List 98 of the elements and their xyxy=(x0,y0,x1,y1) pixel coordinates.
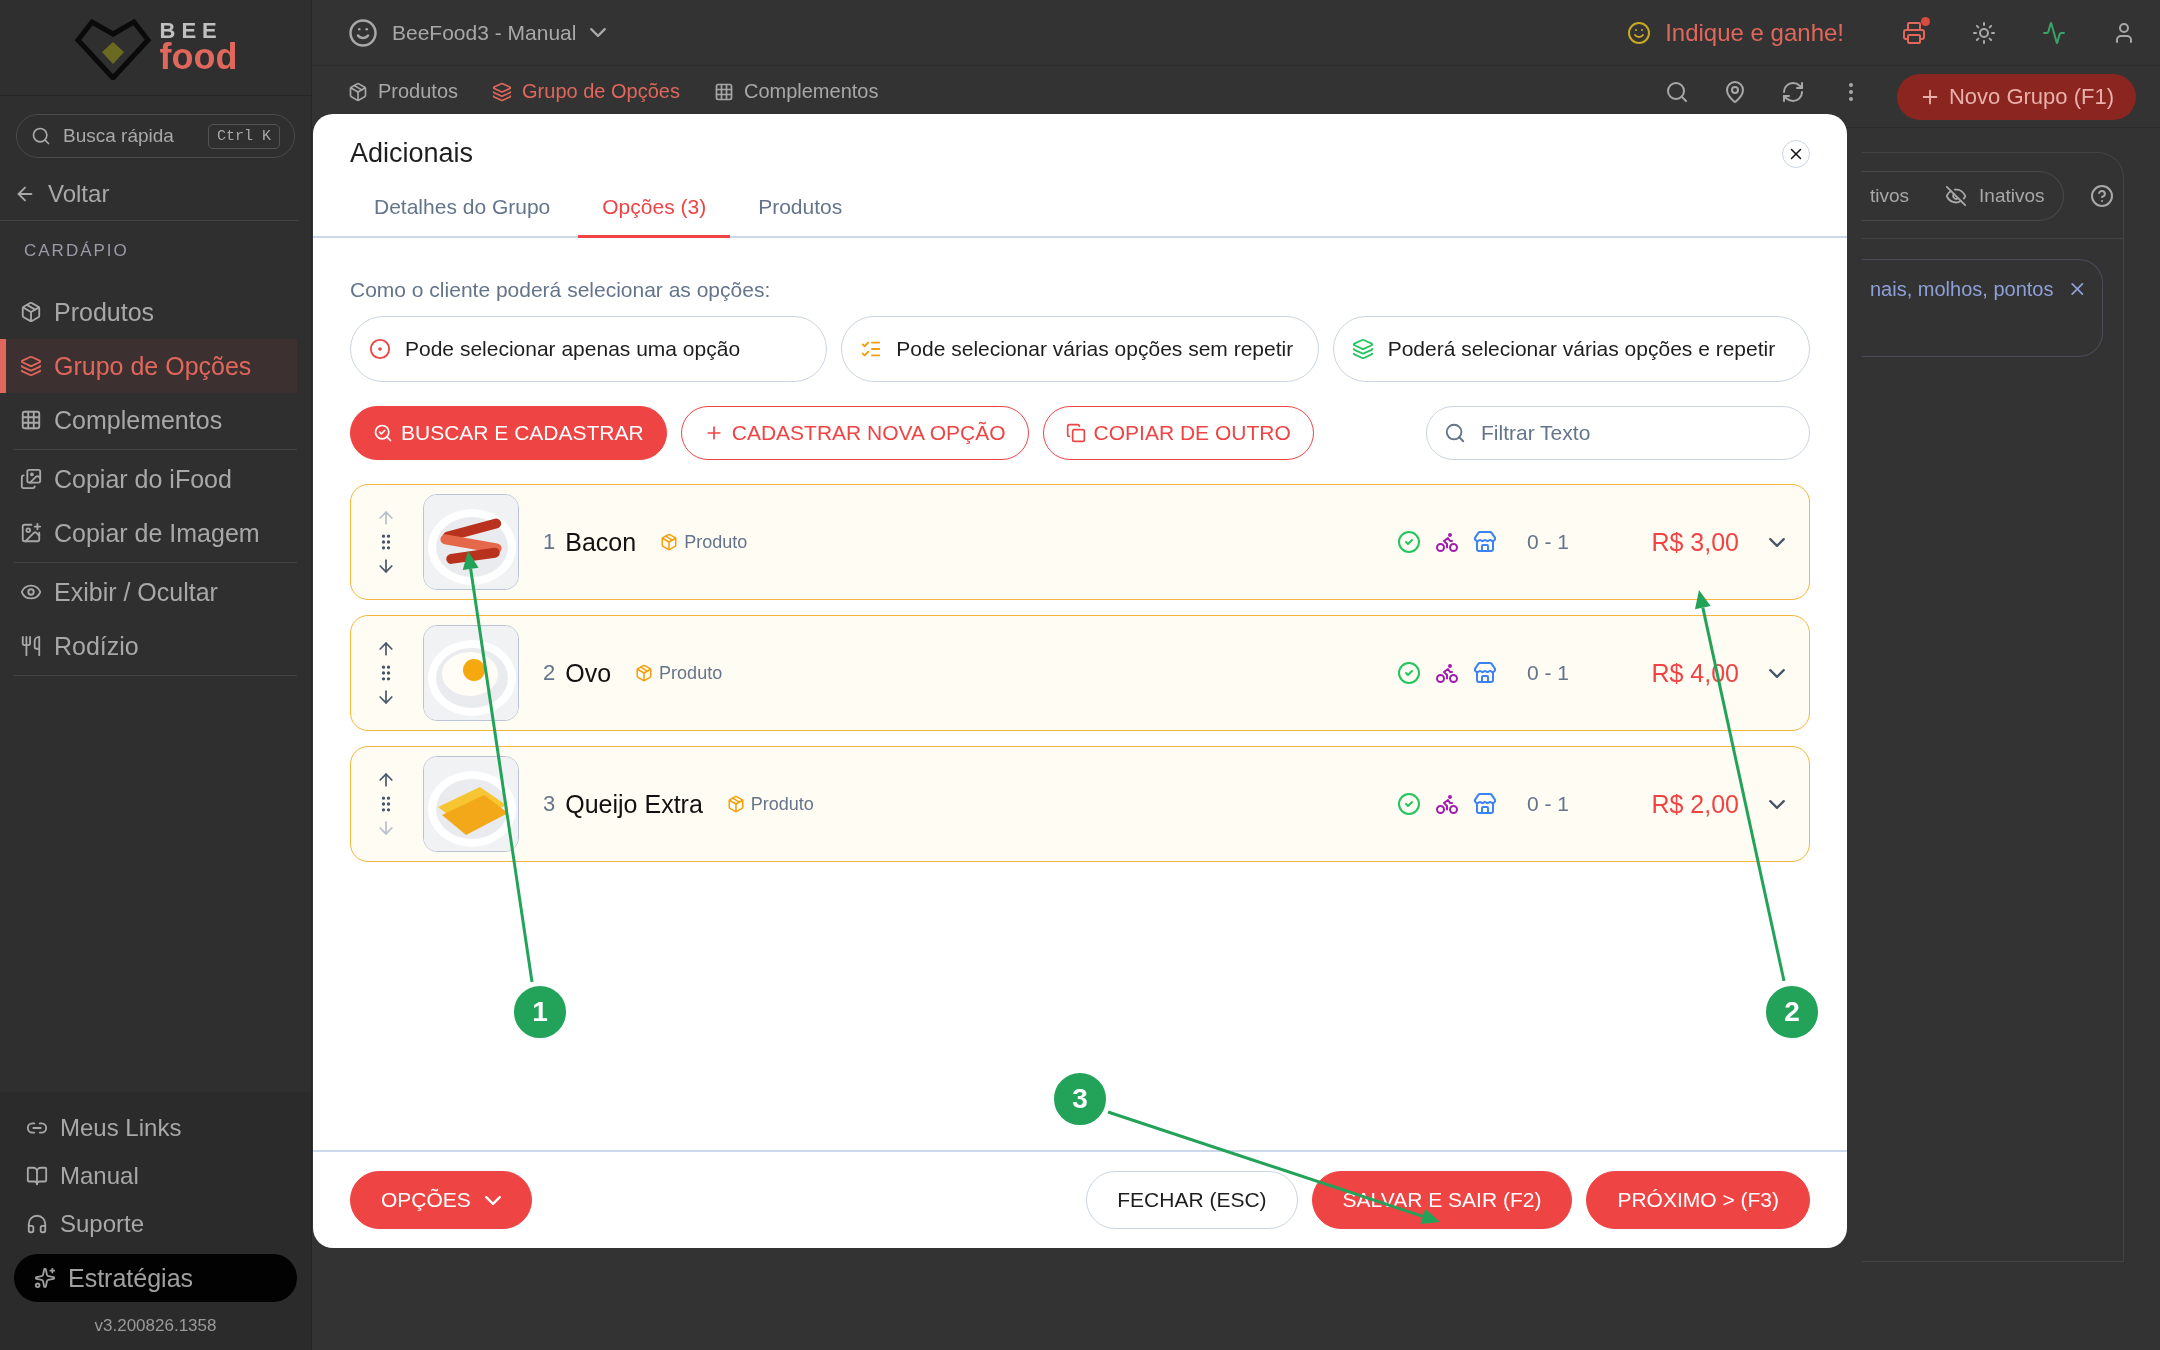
utensils-icon xyxy=(20,635,42,657)
theme-icon[interactable] xyxy=(1972,20,1996,45)
target-icon xyxy=(369,338,391,360)
back-link[interactable]: Voltar xyxy=(0,168,299,221)
caret-icon xyxy=(484,1195,501,1205)
caret-icon xyxy=(590,28,607,37)
check-icon xyxy=(1397,530,1421,554)
sidebar-link[interactable]: Manual xyxy=(14,1152,297,1200)
logo-text: food xyxy=(159,41,238,74)
sidebar-item[interactable]: Produtos xyxy=(0,285,297,339)
options-button[interactable]: OPÇÕES xyxy=(350,1171,532,1229)
page-tab[interactable]: Complementos xyxy=(713,80,879,103)
package-icon xyxy=(635,664,654,682)
layers-icon xyxy=(492,81,513,102)
activity-icon[interactable] xyxy=(2042,20,2066,45)
option-name: Bacon xyxy=(565,527,637,557)
option-price: R$ 3,00 xyxy=(1650,527,1739,557)
product-tag: Produto xyxy=(726,793,814,815)
grid-icon xyxy=(713,81,734,102)
search-check-icon xyxy=(373,423,393,443)
layers-icon xyxy=(20,355,42,377)
selection-mode-button[interactable]: Poderá selecionar várias opções e repetir xyxy=(1332,316,1810,382)
option-range: 0 - 1 xyxy=(1527,530,1571,554)
sidebar-link[interactable]: Meus Links xyxy=(14,1104,297,1152)
filter-field[interactable]: Filtrar Texto xyxy=(1426,406,1810,460)
sidebar-item[interactable]: Grupo de Opções xyxy=(0,339,297,393)
action-button[interactable]: BUSCAR E CADASTRAR xyxy=(350,406,667,460)
check-icon xyxy=(1397,661,1421,685)
expand-icon[interactable] xyxy=(1769,668,1785,678)
product-tag: Produto xyxy=(635,662,723,684)
product-tag: Produto xyxy=(660,531,748,553)
option-name: Queijo Extra xyxy=(565,789,703,819)
action-button[interactable]: CADASTRAR NOVA OPÇÃO xyxy=(680,406,1029,460)
search-icon[interactable] xyxy=(1664,80,1689,104)
bike-icon xyxy=(1435,792,1459,816)
option-number: 2 xyxy=(543,660,556,686)
store-icon xyxy=(1473,530,1497,554)
info-text: nais, molhos, pontos xyxy=(1870,278,2054,301)
expand-icon[interactable] xyxy=(1769,799,1785,809)
sidebar-item[interactable]: Rodízio xyxy=(0,619,297,673)
check-icon xyxy=(1397,792,1421,816)
eye-off-icon xyxy=(1945,184,1968,207)
bike-icon xyxy=(1435,661,1459,685)
store-icon xyxy=(1473,661,1497,685)
package-icon xyxy=(726,795,745,813)
option-name: Ovo xyxy=(565,658,612,688)
grid-icon xyxy=(20,409,42,431)
headphones-icon xyxy=(26,1213,48,1235)
image-plus-icon xyxy=(20,522,42,544)
footer-button[interactable]: PRÓXIMO > (F3) xyxy=(1586,1171,1810,1229)
strategies-button[interactable]: Estratégias xyxy=(14,1254,297,1302)
option-price: R$ 2,00 xyxy=(1650,789,1739,819)
logo-text: BEE xyxy=(159,21,223,42)
expand-icon[interactable] xyxy=(1769,537,1785,547)
referral-link[interactable]: Indique e ganhe! xyxy=(1665,18,1844,47)
refresh-icon[interactable] xyxy=(1780,80,1805,104)
shortcut-key: Ctrl K xyxy=(208,123,280,149)
option-number: 3 xyxy=(543,791,556,817)
filter-option[interactable]: tivos xyxy=(1870,184,1910,207)
filter-option[interactable]: Inativos xyxy=(1979,184,2045,207)
book-icon xyxy=(26,1165,48,1187)
selection-mode-button[interactable]: Pode selecionar apenas uma opção xyxy=(350,316,828,382)
section-heading: CARDÁPIO xyxy=(23,240,130,262)
search-icon xyxy=(31,126,51,146)
sidebar-item[interactable]: Exibir / Ocultar xyxy=(0,565,297,619)
footer-button[interactable]: FECHAR (ESC) xyxy=(1086,1171,1298,1229)
option-number: 1 xyxy=(543,529,556,555)
package-icon xyxy=(660,533,679,551)
images-icon xyxy=(20,468,42,490)
store-icon xyxy=(1473,792,1497,816)
sidebar-item[interactable]: Complementos xyxy=(0,393,297,447)
version-text: v3.200826.1358 xyxy=(93,1315,218,1337)
copy-icon xyxy=(1065,423,1086,443)
new-group-button[interactable]: Novo Grupo (F1) xyxy=(1896,74,2136,120)
dialog-tab[interactable]: Detalhes do Grupo xyxy=(350,177,575,238)
action-button[interactable]: COPIAR DE OUTRO xyxy=(1042,406,1314,460)
sidebar-link[interactable]: Suporte xyxy=(14,1200,297,1248)
help-icon[interactable] xyxy=(2089,183,2114,208)
search-icon xyxy=(1444,422,1466,444)
page-tab[interactable]: Produtos xyxy=(348,80,459,103)
selection-mode-button[interactable]: Pode selecionar várias opções sem repetir xyxy=(841,316,1319,382)
option-range: 0 - 1 xyxy=(1527,661,1571,685)
emoji-icon xyxy=(1627,20,1652,45)
package-icon xyxy=(20,301,42,323)
store-selector[interactable]: BeeFood3 - Manual xyxy=(392,20,577,45)
sparkles-icon xyxy=(34,1267,56,1289)
sidebar-item[interactable]: Copiar de Imagem xyxy=(0,506,297,560)
package-icon xyxy=(348,81,368,102)
dialog-tab[interactable]: Opções (3) xyxy=(578,177,731,238)
page-tab[interactable]: Grupo de Opções xyxy=(492,80,680,103)
dialog-title: Adicionais xyxy=(350,138,474,169)
bike-icon xyxy=(1435,530,1459,554)
close-button[interactable] xyxy=(1782,139,1810,168)
layers-icon xyxy=(1351,338,1374,360)
option-range: 0 - 1 xyxy=(1527,792,1571,816)
sidebar-item[interactable]: Copiar do iFood xyxy=(0,452,297,506)
dialog-tab[interactable]: Produtos xyxy=(734,177,867,238)
prompt-text: Como o cliente poderá selecionar as opções: xyxy=(350,278,772,302)
